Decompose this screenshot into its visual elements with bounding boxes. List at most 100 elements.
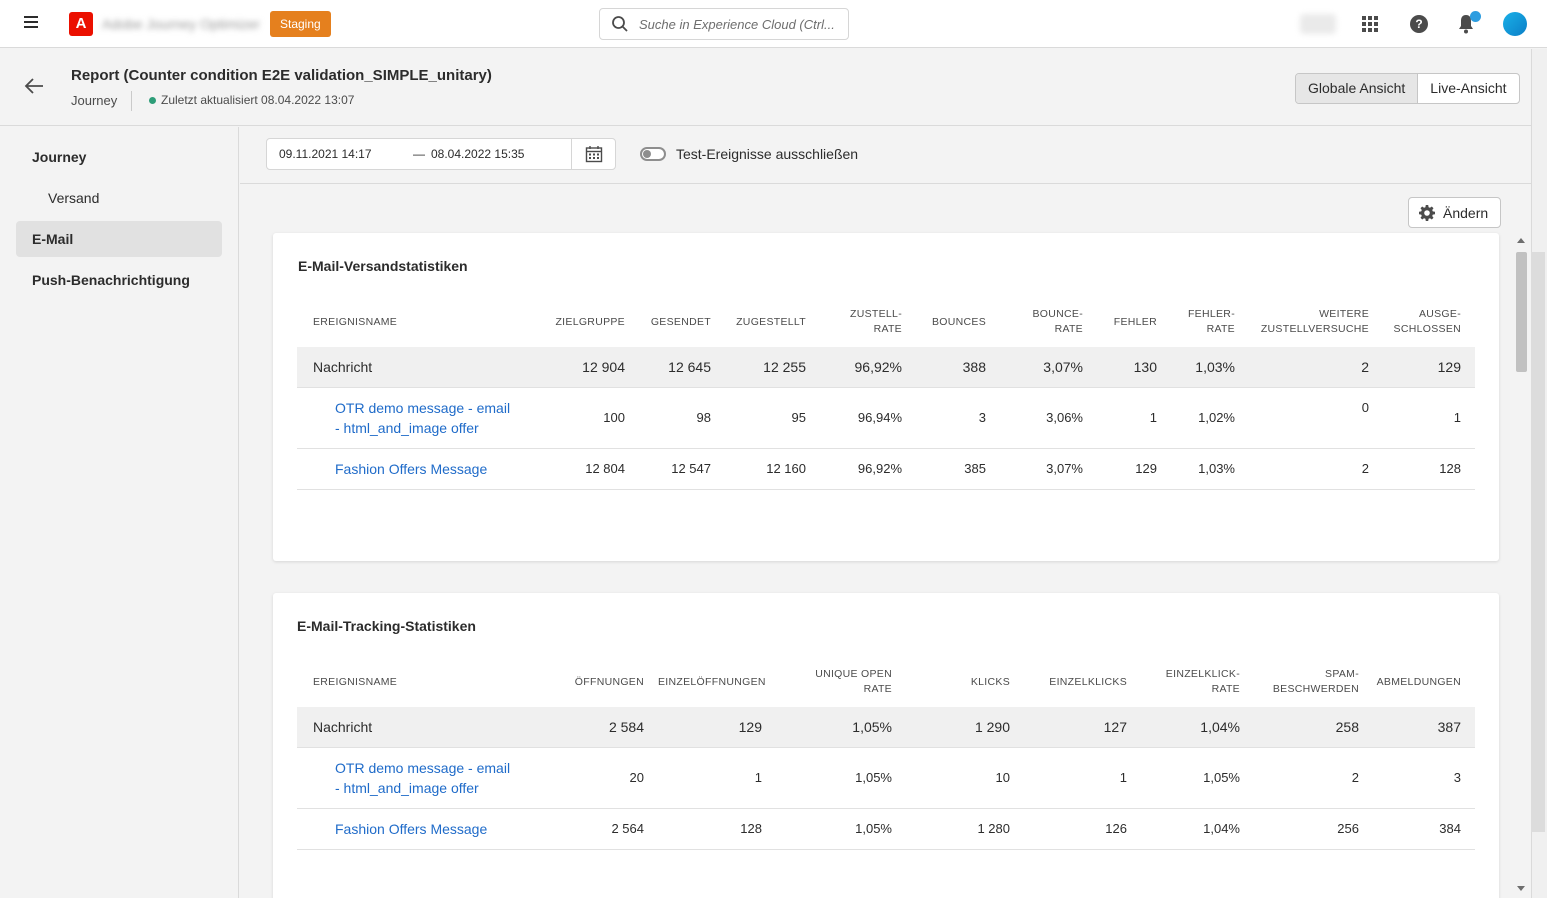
end-date[interactable]: 08.04.2022 15:35 [431,147,524,161]
start-date[interactable]: 09.11.2021 14:17 [279,147,399,161]
apps-grid-icon[interactable] [1362,16,1378,32]
column-header[interactable]: ÖFFNUNGEN [547,657,658,707]
column-header[interactable]: ZIELGRUPPE [547,297,639,347]
table-cell: 1,02% [1171,387,1249,449]
nav-item-versand[interactable]: Versand [16,180,222,216]
table-cell: 3,07% [1000,347,1097,388]
column-header[interactable]: EINZELKLICKS [1024,657,1141,707]
column-header[interactable]: GESENDET [639,297,725,347]
table-cell: 10 [906,747,1024,809]
delivery-stats-title: E-Mail-Versandstatistiken [298,258,468,274]
message-link[interactable]: Fashion Offers Message [335,459,533,479]
table-cell: 1,03% [1171,448,1249,490]
column-header[interactable]: EREIGNISNAME [297,297,547,347]
tracking-stats-table: EREIGNISNAME ÖFFNUNGEN EINZELÖFFNUNGEN U… [297,657,1475,850]
help-icon[interactable]: ? [1410,15,1428,33]
table-cell: 388 [916,347,1000,388]
column-header[interactable]: FEHLER [1097,297,1171,347]
table-header-row: EREIGNISNAME ÖFFNUNGEN EINZELÖFFNUNGEN U… [297,657,1475,707]
table-cell: 3 [1373,747,1475,809]
table-cell: 20 [547,747,658,809]
header-divider [131,91,132,111]
table-cell: 126 [1024,808,1141,850]
last-updated-status: Zuletzt aktualisiert 08.04.2022 13:07 [161,93,355,107]
scroll-up-arrow-icon[interactable] [1517,238,1525,243]
table-cell: 1,05% [776,747,906,809]
app-name[interactable]: Adobe Journey Optimizer [102,16,260,32]
page-scrollbar-thumb[interactable] [1531,252,1545,832]
event-name: Nachricht [297,707,547,748]
message-link[interactable]: OTR demo message - email - html_and_imag… [335,398,515,438]
table-cell: 1,05% [776,707,906,748]
table-cell: 128 [658,808,776,850]
page-subtitle: Journey [71,93,118,108]
hamburger-menu-icon[interactable] [24,16,38,30]
avatar[interactable] [1503,12,1527,36]
column-header[interactable]: EINZELKLICK- RATE [1141,657,1254,707]
table-cell: 1 [1383,387,1475,449]
table-row: Nachricht 2 584 129 1,05% 1 290 127 1,04… [297,707,1475,748]
column-header[interactable]: BOUNCES [916,297,1000,347]
notification-dot [1470,11,1481,22]
table-cell: 127 [1024,707,1141,748]
nav-item-push[interactable]: Push-Benachrichtigung [16,262,222,298]
edit-button[interactable]: Ändern [1408,197,1502,228]
column-header[interactable]: BOUNCE- RATE [1000,297,1097,347]
adobe-logo[interactable]: A [69,12,93,36]
table-cell: 1,05% [776,808,906,850]
column-header[interactable]: AUSGE- SCHLOSSEN [1383,297,1475,347]
table-cell: 1 [658,747,776,809]
column-header[interactable]: EREIGNISNAME [297,657,547,707]
event-name: Nachricht [297,347,547,388]
table-cell: 2 [1249,448,1383,490]
table-cell: 12 255 [725,347,820,388]
column-header[interactable]: ABMELDUNGEN [1373,657,1475,707]
exclude-test-label: Test-Ereignisse ausschließen [676,146,859,162]
live-view-button[interactable]: Live-Ansicht [1418,74,1518,103]
table-cell: 2 584 [547,707,658,748]
table-cell: 128 [1383,448,1475,490]
column-header[interactable]: WEITERE ZUSTELLVERSUCHE [1249,297,1383,347]
nav-item-email[interactable]: E-Mail [16,221,222,257]
gear-icon [1419,204,1435,221]
report-content: Ändern E-Mail-Versandstatistiken EREIGNI… [240,185,1531,898]
message-link[interactable]: OTR demo message - email - html_and_imag… [335,758,515,798]
column-header[interactable]: EINZELÖFFNUNGEN [658,657,776,707]
exclude-test-toggle[interactable] [640,147,666,161]
table-cell: 96,92% [820,347,916,388]
status-dot [149,97,156,104]
scroll-down-arrow-icon[interactable] [1517,886,1525,891]
content-scrollbar-thumb[interactable] [1516,252,1527,372]
global-view-button[interactable]: Globale Ansicht [1296,74,1419,103]
table-cell: 2 [1254,747,1373,809]
column-header[interactable]: ZUSTELL- RATE [820,297,916,347]
left-nav: Journey Versand E-Mail Push-Benachrichti… [0,127,239,898]
search-input[interactable]: Suche in Experience Cloud (Ctrl... [599,8,849,40]
table-cell: 1,04% [1141,707,1254,748]
org-switcher[interactable] [1300,14,1336,34]
table-cell: 258 [1254,707,1373,748]
back-arrow-icon[interactable] [24,77,44,95]
table-row: Fashion Offers Message 12 804 12 547 12 … [297,448,1475,490]
tracking-stats-card: E-Mail-Tracking-Statistiken EREIGNISNAME… [273,593,1499,898]
table-cell: 387 [1373,707,1475,748]
calendar-icon [585,146,602,163]
view-toggle: Globale Ansicht Live-Ansicht [1295,73,1520,104]
table-cell: 100 [547,387,639,449]
delivery-stats-card: E-Mail-Versandstatistiken EREIGNISNAME Z… [273,233,1499,561]
column-header[interactable]: UNIQUE OPEN RATE [776,657,906,707]
calendar-button[interactable] [571,138,615,170]
filter-bar: 09.11.2021 14:17 — 08.04.2022 15:35 Test… [240,127,1531,184]
table-cell: 1,03% [1171,347,1249,388]
column-header[interactable]: ZUGESTELLT [725,297,820,347]
page-title: Report (Counter condition E2E validation… [71,67,492,84]
column-header[interactable]: FEHLER- RATE [1171,297,1249,347]
date-range-field[interactable]: 09.11.2021 14:17 — 08.04.2022 15:35 [266,138,616,170]
nav-item-journey[interactable]: Journey [16,139,222,175]
column-header[interactable]: SPAM- BESCHWERDEN [1254,657,1373,707]
table-header-row: EREIGNISNAME ZIELGRUPPE GESENDET ZUGESTE… [297,297,1475,347]
column-header[interactable]: KLICKS [906,657,1024,707]
message-link[interactable]: Fashion Offers Message [335,819,533,839]
table-cell: 384 [1373,808,1475,850]
table-cell: 96,92% [820,448,916,490]
